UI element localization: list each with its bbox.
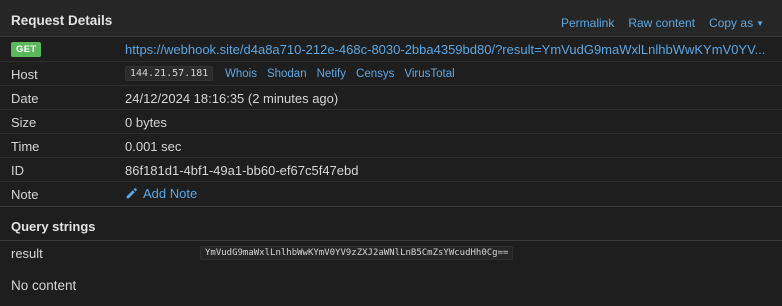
query-value: YmVudG9maWxlLnlhbWwKYmV0YV9zZXJ2aWNlLnB5…	[200, 246, 514, 260]
date-row: Date 24/12/2024 18:16:35 (2 minutes ago)	[0, 85, 782, 109]
netify-link[interactable]: Netify	[317, 68, 346, 80]
note-row: Note Add Note	[0, 181, 782, 205]
size-row: Size 0 bytes	[0, 109, 782, 133]
query-key: result	[11, 246, 43, 261]
query-strings-title: Query strings	[11, 219, 96, 234]
copy-as-dropdown[interactable]: Copy as ▼	[709, 16, 764, 30]
add-note-button[interactable]: Add Note	[125, 186, 197, 201]
raw-content-link[interactable]: Raw content	[628, 16, 695, 30]
section-divider	[0, 206, 782, 207]
body-empty-text: No content	[11, 278, 77, 293]
host-ip: 144.21.57.181	[125, 66, 214, 81]
query-string-row: result YmVudG9maWxlLnlhbWwKYmV0YV9zZXJ2a…	[0, 241, 782, 265]
whois-link[interactable]: Whois	[225, 68, 257, 80]
censys-link[interactable]: Censys	[356, 68, 394, 80]
caret-down-icon: ▼	[756, 19, 764, 28]
host-row: Host 144.21.57.181 Whois Shodan Netify C…	[0, 61, 782, 85]
copy-as-label: Copy as	[709, 16, 754, 30]
time-row: Time 0.001 sec	[0, 133, 782, 157]
id-label: ID	[11, 163, 24, 178]
id-row: ID 86f181d1-4bf1-49a1-bb60-ef67c5f47ebd	[0, 157, 782, 181]
size-label: Size	[11, 115, 37, 130]
add-note-label: Add Note	[143, 186, 198, 201]
time-value: 0.001 sec	[125, 139, 182, 154]
header-actions: Permalink Raw content Copy as ▼	[561, 16, 764, 30]
time-label: Time	[11, 139, 40, 154]
date-value: 24/12/2024 18:16:35 (2 minutes ago)	[125, 91, 339, 106]
pencil-icon	[126, 188, 137, 199]
request-details-header: Request Details Permalink Raw content Co…	[0, 0, 782, 37]
request-url-link[interactable]: https://webhook.site/d4a8a710-212e-468c-…	[125, 42, 771, 57]
id-value: 86f181d1-4bf1-49a1-bb60-ef67c5f47ebd	[125, 163, 359, 178]
url-row: GET https://webhook.site/d4a8a710-212e-4…	[0, 38, 782, 62]
note-label: Note	[11, 187, 39, 202]
panel-title: Request Details	[11, 13, 113, 28]
permalink-link[interactable]: Permalink	[561, 16, 614, 30]
date-label: Date	[11, 91, 39, 106]
shodan-link[interactable]: Shodan	[267, 68, 307, 80]
host-lookup-links: Whois Shodan Netify Censys VirusTotal	[225, 68, 455, 80]
virustotal-link[interactable]: VirusTotal	[404, 68, 454, 80]
size-value: 0 bytes	[125, 115, 167, 130]
host-label: Host	[11, 67, 38, 82]
method-badge: GET	[11, 42, 42, 57]
